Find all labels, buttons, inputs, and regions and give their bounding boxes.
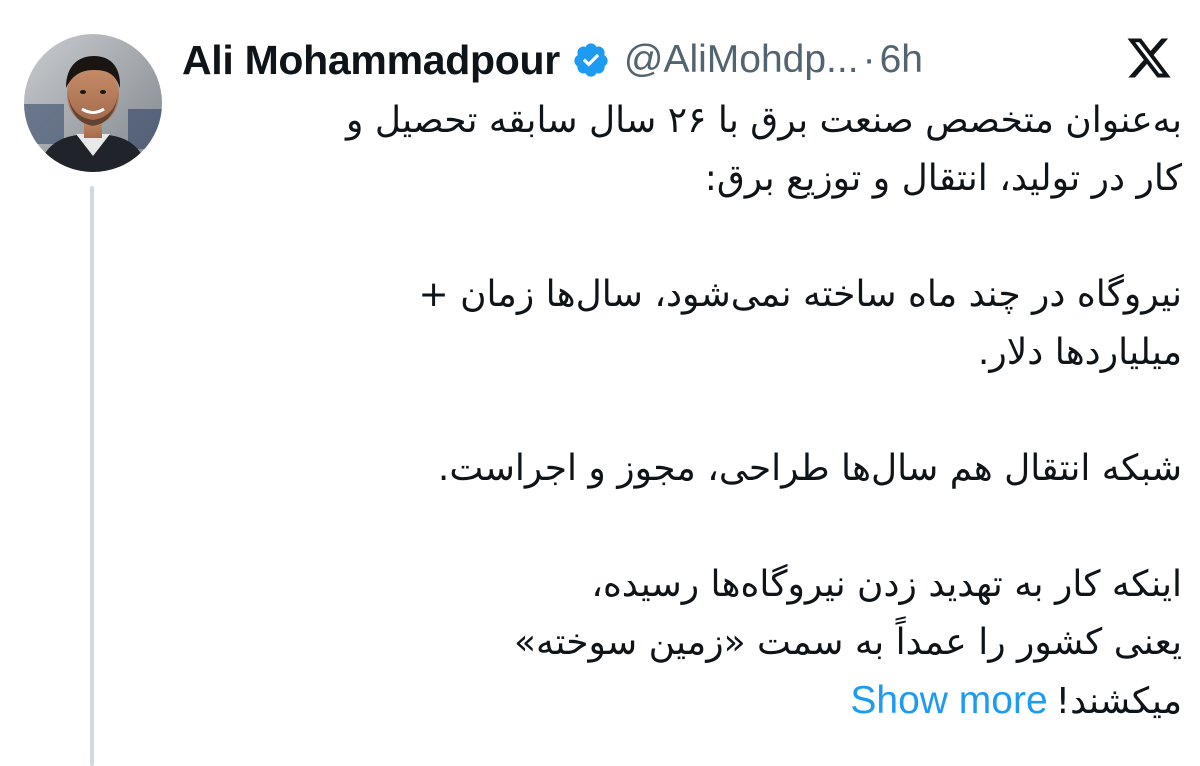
tweet-header: Ali Mohammadpour @AliMohdp... · 6h [182,30,1042,90]
tweet-line: میکشند! [1055,681,1182,722]
verified-badge-icon[interactable] [572,41,610,79]
tweet-line: کار در تولید، انتقال و توزیع برق: [704,158,1182,199]
author-name[interactable]: Ali Mohammadpour [182,37,560,84]
tweet-paragraph: اینکه کار به تهدید زدن نیروگاه‌ها رسیده،… [182,556,1182,731]
tweet-paragraph: به‌عنوان متخصص صنعت برق با ۲۶ سال سابقه … [182,92,1182,208]
thread-connector-line [90,186,94,766]
tweet-line: به‌عنوان متخصص صنعت برق با ۲۶ سال سابقه … [346,100,1182,141]
avatar-photo [24,34,162,172]
tweet-line: میلیاردها دلار. [977,332,1182,373]
tweet-line: یعنی کشور را عمداً به سمت «زمین سوخته» [514,622,1182,663]
tweet-text: به‌عنوان متخصص صنعت برق با ۲۶ سال سابقه … [182,92,1182,731]
tweet-last-line: میکشند!Show more [182,672,1182,731]
author-handle[interactable]: @AliMohdp... [624,38,859,82]
meta-separator: · [862,38,876,81]
tweet-line: نیروگاه در چند ماه ساخته نمی‌شود، سال‌ها… [418,274,1182,315]
tweet-line: اینکه کار به تهدید زدن نیروگاه‌ها رسیده، [591,564,1182,605]
avatar[interactable] [24,34,162,172]
tweet-paragraph: شبکه انتقال هم سال‌ها طراحی، مجوز و اجرا… [182,440,1182,498]
x-logo-icon[interactable] [1125,34,1173,82]
tweet-paragraph: نیروگاه در چند ماه ساخته نمی‌شود، سال‌ها… [182,266,1182,382]
tweet-line: شبکه انتقال هم سال‌ها طراحی، مجوز و اجرا… [437,448,1182,489]
post-time[interactable]: 6h [880,38,923,82]
show-more-link[interactable]: Show more [850,679,1047,722]
